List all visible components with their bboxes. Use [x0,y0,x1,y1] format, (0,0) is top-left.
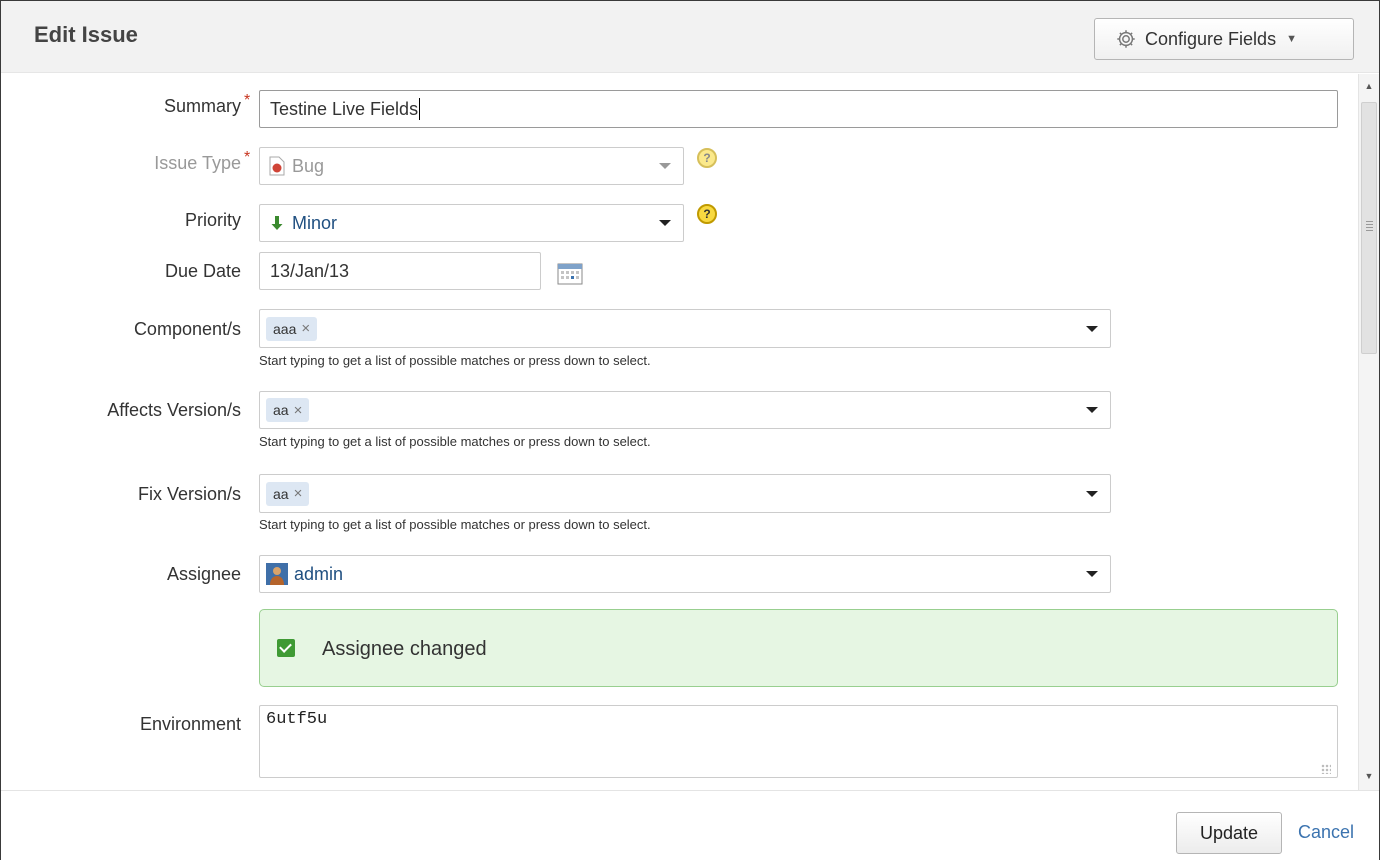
checkbox-check-icon [277,639,295,657]
component-chip[interactable]: aaa × [266,316,318,341]
dialog-footer: Update Cancel [1,790,1379,860]
scroll-thumb[interactable] [1361,102,1377,354]
grip-icon [1366,221,1373,231]
notice-message: Assignee changed [322,638,487,660]
chevron-down-icon: ▼ [1286,33,1297,45]
issue-type-select[interactable]: Bug [259,147,684,185]
scroll-up-icon[interactable]: ▲ [1359,76,1379,96]
remove-chip-icon[interactable]: × [294,485,303,502]
remove-chip-icon[interactable]: × [301,320,310,337]
dialog-content: Summary * Testine Live Fields Issue Type… [1,74,1358,790]
update-button[interactable]: Update [1176,812,1282,854]
affects-version-chip-label: aa [273,402,289,418]
issue-type-value: Bug [292,155,325,176]
due-date-input[interactable]: 13/Jan/13 [259,252,541,290]
summary-label-text: Summary [163,96,241,116]
fix-versions-hint: Start typing to get a list of possible m… [259,517,651,532]
calendar-icon[interactable] [557,261,583,285]
help-icon[interactable]: ? [697,204,717,224]
components-label: Component/s [133,319,241,339]
required-marker: * [244,92,251,109]
chevron-down-icon [1086,571,1098,577]
edit-issue-dialog: Edit Issue Configure Fields ▼ Summary * … [0,0,1380,860]
gear-icon [1117,30,1135,48]
bug-icon [269,156,285,176]
user-avatar-icon [266,563,288,585]
required-marker: * [244,149,251,166]
assignee-changed-notice: Assignee changed [259,609,1338,687]
components-multiselect[interactable]: aaa × [259,309,1111,348]
issue-type-label-text: Issue Type [154,153,241,173]
chevron-down-icon[interactable] [1086,490,1098,497]
environment-label: Environment [139,714,241,734]
assignee-value: admin [294,563,344,584]
help-icon[interactable]: ? [697,148,717,168]
priority-value: Minor [292,212,338,233]
dialog-header: Edit Issue Configure Fields ▼ [1,1,1379,73]
assignee-select[interactable]: admin [259,555,1111,593]
priority-label: Priority [184,210,241,230]
chevron-down-icon[interactable] [1086,325,1098,332]
priority-select[interactable]: Minor [259,204,684,242]
summary-input[interactable]: Testine Live Fields [259,90,1338,128]
fix-version-chip-label: aa [273,485,289,502]
environment-textarea[interactable] [259,705,1338,778]
vertical-scrollbar[interactable]: ▲ ▼ [1358,74,1379,790]
fix-version-chip[interactable]: aa × [266,481,310,506]
summary-value: Testine Live Fields [270,98,419,119]
configure-fields-button[interactable]: Configure Fields ▼ [1094,18,1354,60]
text-cursor [419,98,421,120]
affects-versions-label: Affects Version/s [107,400,241,420]
chevron-down-icon [659,220,671,226]
remove-chip-icon[interactable]: × [294,402,303,419]
priority-minor-arrow-icon [271,216,283,230]
configure-fields-label: Configure Fields [1145,28,1277,49]
assignee-label: Assignee [166,564,241,584]
summary-label: Summary * [1,92,250,117]
resize-grip-icon[interactable] [1321,764,1331,774]
fix-versions-multiselect[interactable]: aa × [259,474,1111,513]
scroll-down-icon[interactable]: ▼ [1359,766,1379,786]
dialog-title: Edit Issue [34,22,138,47]
affects-versions-hint: Start typing to get a list of possible m… [259,434,651,449]
affects-version-chip[interactable]: aa × [266,398,310,422]
component-chip-label: aaa [273,320,297,337]
fix-versions-label: Fix Version/s [137,484,241,504]
chevron-down-icon [659,163,671,169]
components-hint: Start typing to get a list of possible m… [259,353,651,368]
issue-type-label: Issue Type * [1,149,250,174]
due-date-value: 13/Jan/13 [270,260,350,281]
affects-versions-multiselect[interactable]: aa × [259,391,1111,429]
cancel-link[interactable]: Cancel [1298,822,1354,843]
chevron-down-icon[interactable] [1086,407,1098,413]
due-date-label: Due Date [164,261,241,281]
